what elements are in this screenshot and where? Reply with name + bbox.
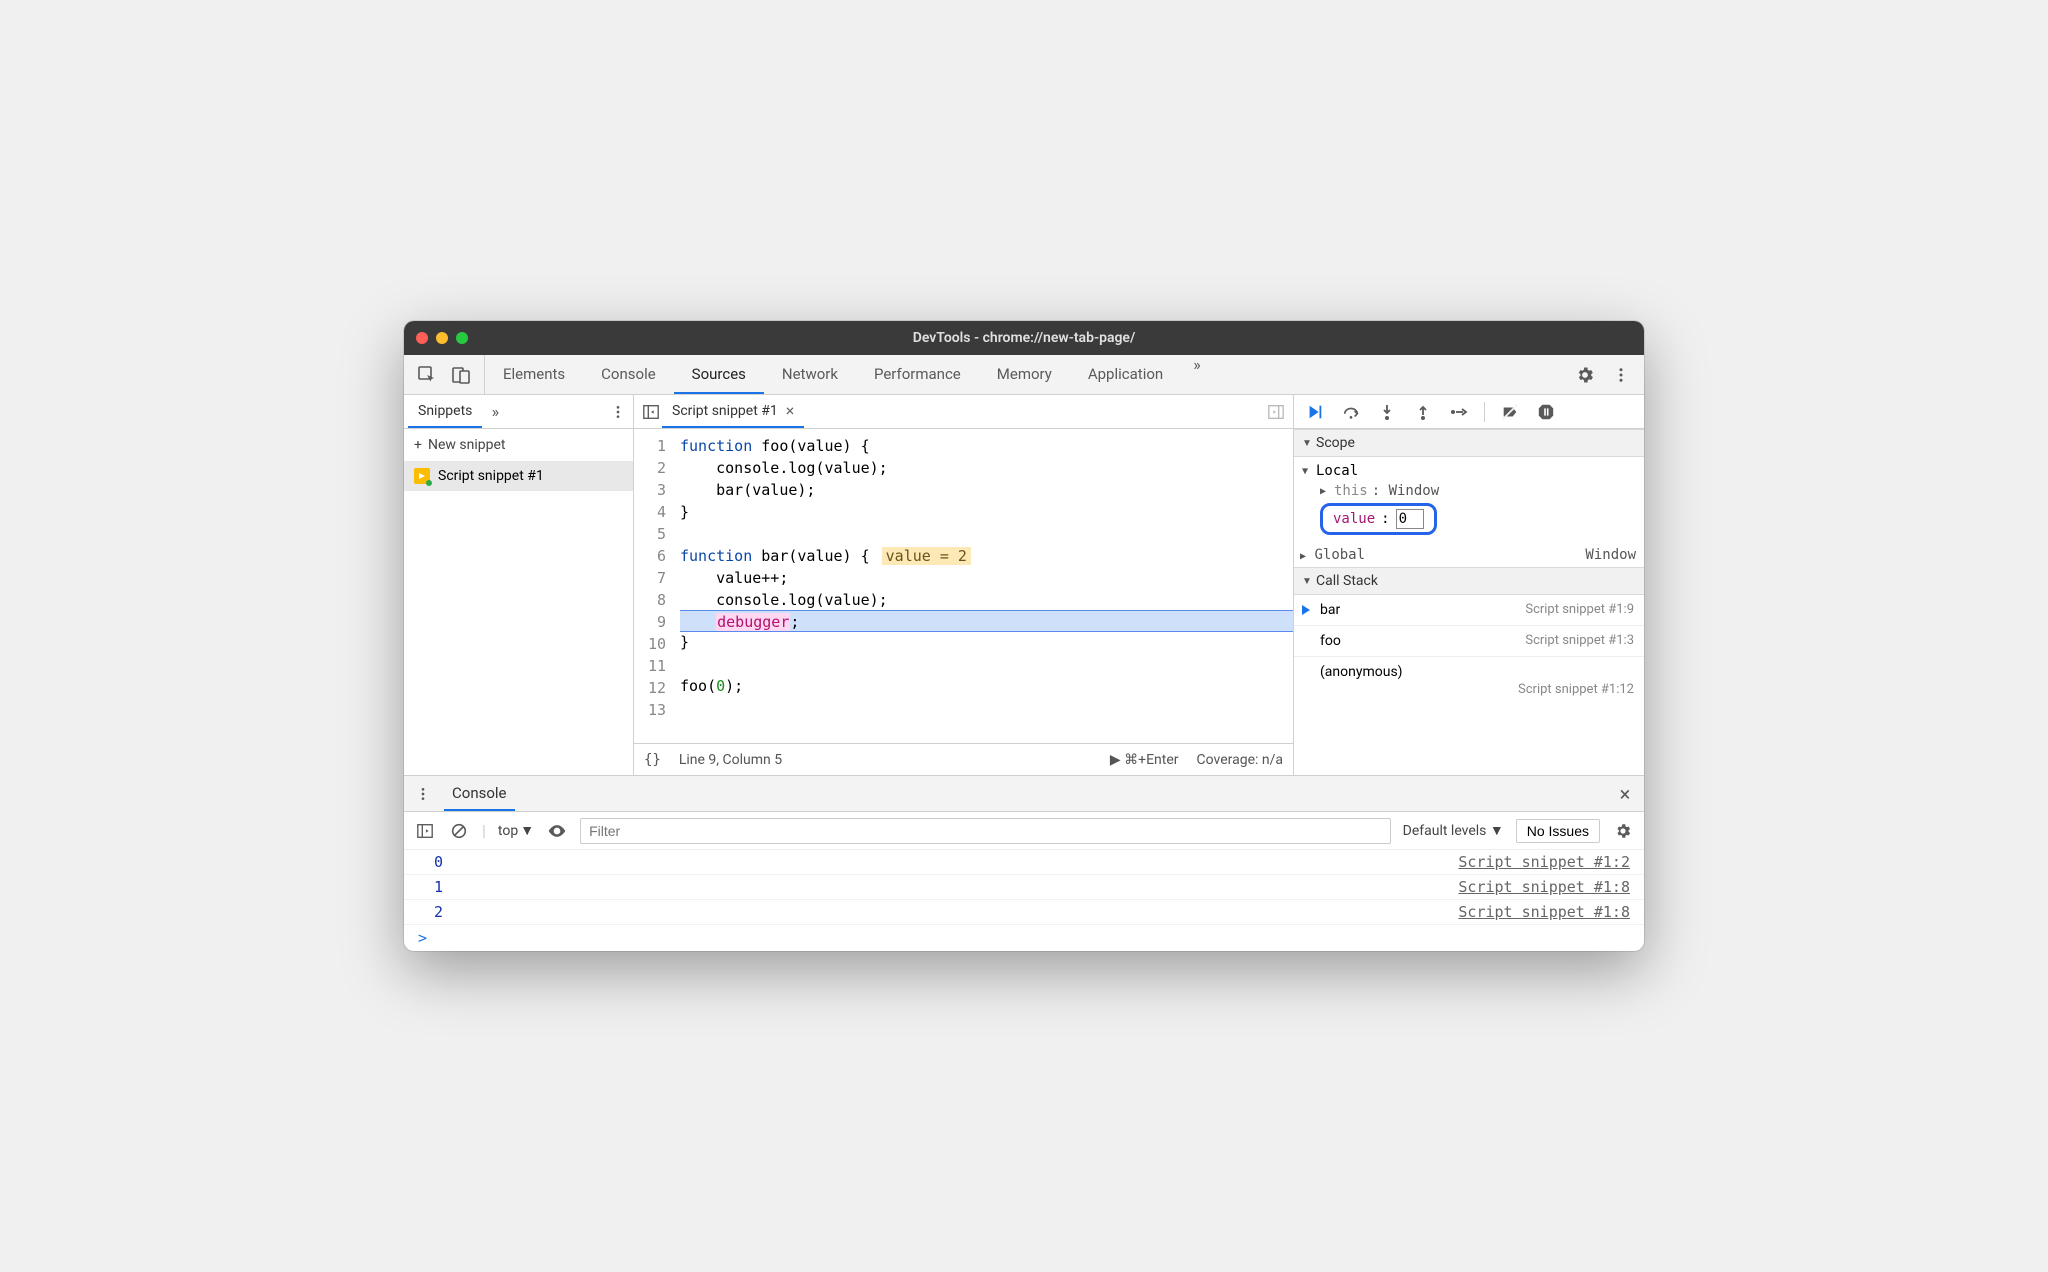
titlebar: DevTools - chrome://new-tab-page/ [404, 321, 1644, 355]
debugger-sidebar: ▼Scope ▼Local ▶this: Window value: ▶ Glo… [1294, 395, 1644, 775]
step-out-icon[interactable] [1412, 401, 1434, 423]
resume-icon[interactable] [1304, 401, 1326, 423]
console-settings-icon[interactable] [1612, 820, 1634, 842]
console-levels-select[interactable]: Default levels ▼ [1403, 822, 1504, 839]
step-into-icon[interactable] [1376, 401, 1398, 423]
tab-performance[interactable]: Performance [856, 355, 979, 394]
snippet-list: + New snippet Script snippet #1 [404, 429, 633, 775]
device-toggle-icon[interactable] [450, 364, 472, 386]
debugger-toolbar [1294, 395, 1644, 429]
callstack-list: bar Script snippet #1:9 foo Script snipp… [1294, 595, 1644, 704]
code-editor[interactable]: 12345678910111213 function foo(value) { … [634, 429, 1293, 743]
editor-file-tab[interactable]: Script snippet #1 × [662, 395, 804, 428]
window-close-icon[interactable] [416, 332, 428, 344]
navigator-more-icon[interactable] [607, 401, 629, 423]
main-tabstrip: Elements Console Sources Network Perform… [404, 355, 1644, 395]
console-toolbar: | top ▼ Default levels ▼ No Issues [404, 812, 1644, 850]
console-drawer: Console × | top ▼ Default levels ▼ No Is… [404, 775, 1644, 951]
console-body: 0 Script snippet #1:2 1 Script snippet #… [404, 850, 1644, 951]
inline-value-annotation: value = 2 [882, 547, 971, 565]
navigator-tab-snippets[interactable]: Snippets [408, 395, 482, 428]
window-minimize-icon[interactable] [436, 332, 448, 344]
snippet-item-label: Script snippet #1 [438, 468, 544, 484]
drawer-tab-console[interactable]: Console [444, 776, 515, 811]
callstack-frame-location: Script snippet #1:12 [1294, 682, 1644, 704]
drawer-tabs: Console × [404, 776, 1644, 812]
console-log-row: 2 Script snippet #1:8 [404, 900, 1644, 925]
tab-elements[interactable]: Elements [485, 355, 583, 394]
tab-sources[interactable]: Sources [674, 355, 764, 394]
deactivate-breakpoints-icon[interactable] [1499, 401, 1521, 423]
toggle-debugger-icon[interactable] [1265, 401, 1287, 423]
main-tabs: Elements Console Sources Network Perform… [485, 355, 1213, 394]
code-lines: function foo(value) { console.log(value)… [674, 429, 1293, 743]
run-snippet-button[interactable]: ▶ ⌘+Enter [1110, 752, 1179, 768]
callstack-header[interactable]: ▼Call Stack [1294, 567, 1644, 595]
settings-icon[interactable] [1574, 364, 1596, 386]
live-expression-icon[interactable] [546, 820, 568, 842]
callstack-frame-anonymous[interactable]: (anonymous) [1294, 657, 1644, 682]
navigator-overflow-icon[interactable]: » [484, 401, 506, 423]
editor-pane: Script snippet #1 × 12345678910111213 fu… [634, 395, 1294, 775]
console-sidebar-toggle-icon[interactable] [414, 820, 436, 842]
scope-header[interactable]: ▼Scope [1294, 429, 1644, 457]
console-filter-input[interactable] [580, 818, 1391, 844]
sources-panel: Snippets » + New snippet Script snippet … [404, 395, 1644, 775]
tab-console[interactable]: Console [583, 355, 674, 394]
scope-global-row[interactable]: ▶ Global Window [1294, 545, 1644, 567]
coverage-status: Coverage: n/a [1197, 752, 1283, 768]
callstack-frame[interactable]: bar Script snippet #1:9 [1294, 595, 1644, 626]
issues-button[interactable]: No Issues [1516, 819, 1600, 843]
editor-statusbar: {} Line 9, Column 5 ▶ ⌘+Enter Coverage: … [634, 743, 1293, 775]
new-snippet-label: New snippet [428, 437, 506, 453]
toggle-navigator-icon[interactable] [640, 401, 662, 423]
devtools-window: DevTools - chrome://new-tab-page/ Elemen… [404, 321, 1644, 951]
editor-tab-label: Script snippet #1 [672, 403, 778, 419]
clear-console-icon[interactable] [448, 820, 470, 842]
more-icon[interactable] [1610, 364, 1632, 386]
pretty-print-icon[interactable]: {} [644, 752, 661, 768]
console-source-link[interactable]: Script snippet #1:8 [1458, 878, 1630, 896]
callstack-frame[interactable]: foo Script snippet #1:3 [1294, 626, 1644, 657]
console-prompt[interactable]: > [404, 925, 1644, 951]
inspect-group [404, 355, 485, 394]
tab-network[interactable]: Network [764, 355, 856, 394]
console-log-row: 1 Script snippet #1:8 [404, 875, 1644, 900]
console-source-link[interactable]: Script snippet #1:8 [1458, 903, 1630, 921]
console-source-link[interactable]: Script snippet #1:2 [1458, 853, 1630, 871]
close-icon[interactable]: × [786, 401, 795, 420]
tab-application[interactable]: Application [1070, 355, 1181, 394]
scope-body: ▼Local ▶this: Window value: [1294, 457, 1644, 545]
scope-value-row[interactable]: value: [1302, 501, 1644, 537]
pause-exceptions-icon[interactable] [1535, 401, 1557, 423]
window-zoom-icon[interactable] [456, 332, 468, 344]
navigator-sidebar: Snippets » + New snippet Script snippet … [404, 395, 634, 775]
tabstrip-right [1574, 364, 1644, 386]
scope-value-input[interactable] [1396, 509, 1424, 529]
scope-this-row[interactable]: ▶this: Window [1302, 481, 1644, 501]
new-snippet-button[interactable]: + New snippet [404, 429, 633, 461]
drawer-more-icon[interactable] [412, 783, 434, 805]
console-log-row: 0 Script snippet #1:2 [404, 850, 1644, 875]
snippet-file-icon [414, 468, 430, 484]
inspect-element-icon[interactable] [416, 364, 438, 386]
step-icon[interactable] [1448, 401, 1470, 423]
plus-icon: + [414, 437, 422, 453]
tabs-overflow-icon[interactable]: » [1181, 355, 1213, 394]
console-context-select[interactable]: top ▼ [498, 822, 534, 839]
snippet-item[interactable]: Script snippet #1 [404, 461, 633, 491]
navigator-tabs: Snippets » [404, 395, 633, 429]
drawer-close-icon[interactable]: × [1614, 783, 1636, 805]
tab-memory[interactable]: Memory [979, 355, 1070, 394]
line-gutter: 12345678910111213 [634, 429, 674, 743]
editor-tabbar: Script snippet #1 × [634, 395, 1293, 429]
traffic-lights [416, 332, 468, 344]
scope-value-edit[interactable]: value: [1320, 503, 1437, 535]
window-title: DevTools - chrome://new-tab-page/ [404, 330, 1644, 346]
scope-local-header[interactable]: ▼Local [1302, 461, 1644, 481]
cursor-position: Line 9, Column 5 [679, 752, 782, 768]
execution-line: debugger; [680, 610, 1293, 632]
step-over-icon[interactable] [1340, 401, 1362, 423]
